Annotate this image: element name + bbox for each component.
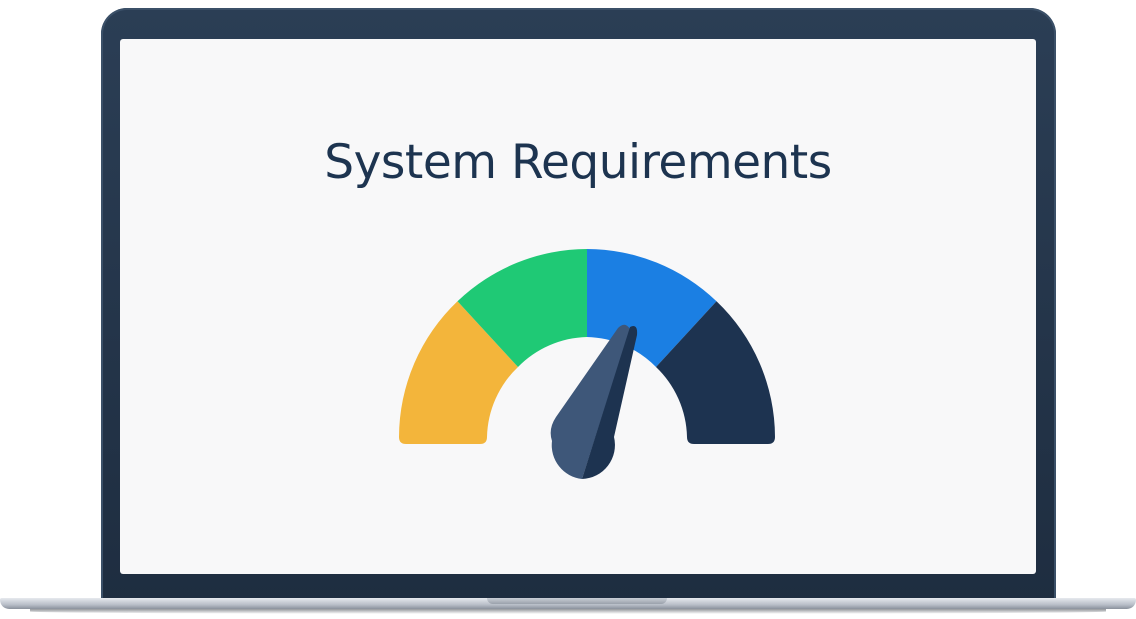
laptop-screen: System Requirements [120,39,1036,574]
laptop-base [0,596,1136,616]
stage: System Requirements [0,0,1136,619]
base-shadow [30,609,1106,614]
speedometer-icon [399,249,775,479]
trackpad-notch [487,598,667,604]
gauge-needle [550,324,638,479]
